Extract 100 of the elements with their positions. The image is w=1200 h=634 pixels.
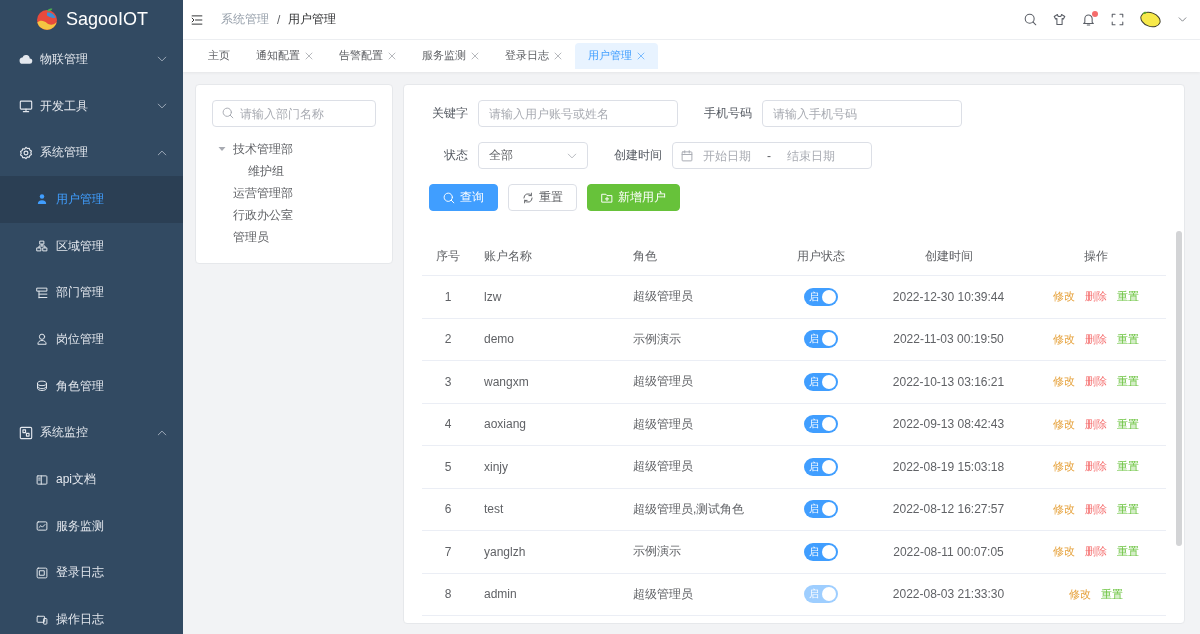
delete-link[interactable]: 删除 (1085, 545, 1107, 560)
edit-link[interactable]: 修改 (1053, 375, 1075, 390)
chevron-down-icon (567, 150, 577, 161)
edit-link[interactable]: 修改 (1053, 332, 1075, 347)
tree-node[interactable]: 行政办公室 (212, 204, 376, 226)
monitor-icon (19, 99, 33, 114)
edit-link[interactable]: 修改 (1069, 587, 1091, 602)
bell-icon[interactable] (1082, 13, 1095, 26)
reset-link[interactable]: 重置 (1101, 587, 1123, 602)
table-cell: lzw (474, 275, 623, 318)
submenu-item[interactable]: 区域管理 (0, 222, 183, 270)
delete-link[interactable]: 删除 (1085, 417, 1107, 432)
start-date-input[interactable]: 开始日期 (695, 148, 759, 163)
reset-link[interactable]: 重置 (1117, 502, 1139, 517)
tree-node[interactable]: 运营管理部 (212, 182, 376, 204)
reset-button[interactable]: 重置 (508, 184, 577, 211)
edit-link[interactable]: 修改 (1053, 502, 1075, 517)
phone-input[interactable]: 请输入手机号码 (762, 100, 962, 127)
status-switch[interactable]: 启 (804, 542, 838, 561)
delete-link[interactable]: 删除 (1085, 375, 1107, 390)
menu-icon[interactable] (191, 13, 203, 26)
scrollbar-thumb[interactable] (1176, 231, 1182, 546)
tab[interactable]: 登录日志 (492, 43, 575, 69)
lemon-icon[interactable] (1140, 11, 1162, 28)
submenu-item[interactable]: 用户管理 (0, 176, 183, 223)
reset-link[interactable]: 重置 (1117, 545, 1139, 560)
status-switch[interactable]: 启 (804, 372, 838, 391)
tab[interactable]: 服务监测 (409, 43, 492, 69)
close-icon[interactable] (471, 52, 479, 60)
shirt-icon[interactable] (1053, 13, 1066, 26)
table-cell: 超级管理员 (623, 445, 771, 488)
date-separator: - (766, 148, 772, 163)
table-cell: 2022-08-11 00:07:05 (871, 530, 1026, 573)
book-icon (36, 473, 48, 486)
date-range-field[interactable]: 开始日期 - 结束日期 (672, 142, 872, 169)
tree-node[interactable]: 维护组 (212, 160, 376, 182)
tree-node[interactable]: 管理员 (212, 226, 376, 248)
reset-link[interactable]: 重置 (1117, 417, 1139, 432)
status-switch[interactable]: 启 (804, 500, 838, 519)
edit-link[interactable]: 修改 (1053, 460, 1075, 475)
submenu-item[interactable]: 服务监测 (0, 502, 183, 550)
close-icon[interactable] (554, 52, 562, 60)
frame-icon (36, 566, 48, 579)
menu-item[interactable]: 物联管理 (0, 36, 183, 83)
edit-link[interactable]: 修改 (1053, 290, 1075, 305)
submenu-item[interactable]: 登录日志 (0, 549, 183, 597)
status-select[interactable]: 全部 (478, 142, 588, 169)
menu-item[interactable]: 系统管理 (0, 129, 183, 177)
submenu-item[interactable]: 部门管理 (0, 269, 183, 317)
close-icon[interactable] (305, 52, 313, 60)
edit-link[interactable]: 修改 (1053, 417, 1075, 432)
reset-link[interactable]: 重置 (1117, 290, 1139, 305)
status-switch[interactable]: 启 (804, 457, 838, 476)
keyword-input[interactable]: 请输入用户账号或姓名 (478, 100, 678, 127)
tab[interactable]: 告警配置 (326, 43, 409, 69)
submenu-item[interactable]: api文档 (0, 456, 183, 503)
person-icon (36, 333, 48, 346)
menu-item[interactable]: 开发工具 (0, 82, 183, 130)
tab[interactable]: 用户管理 (575, 43, 658, 69)
column-header: 序号 (422, 237, 474, 276)
chevron-down-icon[interactable] (1178, 15, 1187, 24)
status-switch[interactable]: 启 (804, 287, 838, 306)
end-date-input[interactable]: 结束日期 (779, 148, 843, 163)
status-switch[interactable]: 启 (804, 330, 838, 349)
table-cell: 2022-08-03 21:33:30 (871, 573, 1026, 616)
fullscreen-icon[interactable] (1111, 13, 1124, 26)
table-cell: 超级管理员,测试角色 (623, 488, 771, 531)
cylinder-icon (36, 380, 48, 393)
status-switch[interactable]: 启 (804, 415, 838, 434)
breadcrumb-item[interactable]: 系统管理 (221, 11, 269, 28)
table-cell: 3 (422, 360, 474, 403)
reset-link[interactable]: 重置 (1117, 460, 1139, 475)
reset-link[interactable]: 重置 (1117, 375, 1139, 390)
delete-link[interactable]: 删除 (1085, 502, 1107, 517)
tab[interactable]: 主页 (195, 43, 243, 69)
submenu-item[interactable]: 操作日志 (0, 596, 183, 634)
table-cell: test (474, 488, 623, 531)
search-button[interactable]: 查询 (429, 184, 498, 211)
menu-item[interactable]: 系统监控 (0, 409, 183, 457)
table-cell: 2022-08-12 16:27:57 (871, 488, 1026, 531)
delete-link[interactable]: 删除 (1085, 332, 1107, 347)
caret-down-icon[interactable] (218, 145, 226, 153)
breadcrumb-item: 用户管理 (288, 11, 337, 28)
field-label: 手机号码 (704, 105, 752, 122)
submenu-item[interactable]: 角色管理 (0, 362, 183, 410)
delete-link[interactable]: 删除 (1085, 290, 1107, 305)
department-search-input[interactable]: 请输入部门名称 (212, 100, 376, 127)
add-user-button[interactable]: 新增用户 (587, 184, 680, 211)
search-icon[interactable] (1024, 13, 1037, 26)
field-label: 创建时间 (614, 147, 662, 164)
table-cell: 7 (422, 530, 474, 573)
tab[interactable]: 通知配置 (243, 43, 326, 69)
close-icon[interactable] (637, 52, 645, 60)
reset-link[interactable]: 重置 (1117, 332, 1139, 347)
delete-link[interactable]: 删除 (1085, 460, 1107, 475)
edit-link[interactable]: 修改 (1053, 545, 1075, 560)
submenu-item[interactable]: 岗位管理 (0, 316, 183, 363)
logo-text: SagooIOT (65, 8, 148, 30)
tree-node[interactable]: 技术管理部 (212, 138, 376, 160)
close-icon[interactable] (388, 52, 396, 60)
